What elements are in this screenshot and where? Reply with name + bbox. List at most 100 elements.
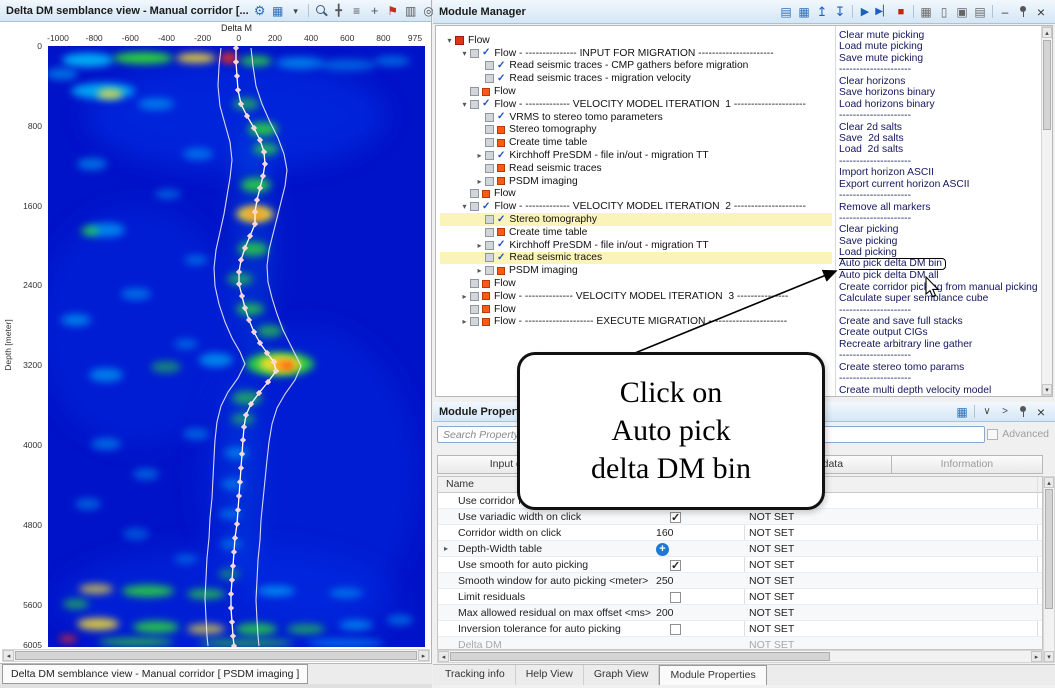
tree-item[interactable]: Read seismic traces bbox=[440, 162, 832, 175]
copy-icon[interactable]: ▣ bbox=[954, 4, 970, 20]
menu-item[interactable]: Save horizons binary bbox=[839, 87, 1041, 98]
expander-icon[interactable]: ▸ bbox=[474, 177, 485, 186]
expander-icon[interactable]: ▸ bbox=[459, 292, 470, 301]
property-row[interactable]: Use variadic width on clickNOT SET bbox=[438, 509, 1042, 525]
tree-item[interactable]: Stereo tomography bbox=[440, 124, 832, 137]
tree-item[interactable]: ✓Stereo tomography bbox=[440, 213, 832, 226]
menu-item-auto-pick-delta-dm-bin[interactable]: Auto pick delta DM bin bbox=[839, 259, 1041, 270]
property-row[interactable]: Limit residualsNOT SET bbox=[438, 589, 1042, 605]
layout-icon[interactable]: ▦ bbox=[270, 3, 286, 19]
semblance-view-tab[interactable]: Delta DM semblance view - Manual corrido… bbox=[2, 664, 308, 684]
plot-horizontal-scrollbar[interactable]: ◂ ▸ bbox=[2, 649, 430, 662]
menu-item[interactable]: Clear mute picking bbox=[839, 30, 1041, 41]
tree-item[interactable]: Create time table bbox=[440, 226, 832, 239]
expander-icon[interactable]: ▸ bbox=[474, 266, 485, 275]
tree-item[interactable]: Flow bbox=[440, 277, 832, 290]
tree-item[interactable]: Flow bbox=[440, 188, 832, 201]
menu-item[interactable]: Import horizon ASCII bbox=[839, 167, 1041, 178]
expander-icon[interactable]: ▸ bbox=[444, 541, 454, 557]
property-row[interactable]: Inversion tolerance for auto pickingNOT … bbox=[438, 621, 1042, 637]
scroll-track[interactable] bbox=[449, 651, 1031, 662]
new-flow-icon[interactable]: ▯ bbox=[936, 4, 952, 20]
stop-icon[interactable]: ■ bbox=[893, 4, 909, 20]
scroll-right-button[interactable]: ▸ bbox=[418, 650, 429, 661]
tree-item[interactable]: ▸PSDM imaging bbox=[440, 175, 832, 188]
property-value[interactable]: 160 bbox=[656, 525, 674, 541]
property-checkbox[interactable] bbox=[670, 560, 681, 571]
menu-item[interactable]: Create corridor picking from manual pick… bbox=[839, 282, 1041, 293]
corridor-icon[interactable]: ≡ bbox=[349, 3, 365, 19]
expander-icon[interactable]: ▾ bbox=[444, 36, 455, 45]
scroll-thumb[interactable] bbox=[450, 652, 830, 661]
tab-graph-view[interactable]: Graph View bbox=[584, 665, 660, 685]
menu-item[interactable]: Create and save full stacks bbox=[839, 316, 1041, 327]
menu-item[interactable]: Load 2d salts bbox=[839, 144, 1041, 155]
menu-vertical-scrollbar[interactable]: ▴ ▾ bbox=[1041, 26, 1053, 396]
table-vertical-scrollbar[interactable]: ▴ ▾ bbox=[1043, 476, 1055, 663]
tree-item[interactable]: ✓Read seismic traces bbox=[440, 252, 832, 265]
menu-item[interactable]: Clear horizons bbox=[839, 76, 1041, 87]
add-row-button[interactable]: + bbox=[656, 543, 669, 556]
scroll-thumb[interactable] bbox=[15, 651, 417, 660]
expander-icon[interactable]: ▸ bbox=[474, 241, 485, 250]
tree-item[interactable]: ✓Read seismic traces - CMP gathers befor… bbox=[440, 60, 832, 73]
gear-icon[interactable]: ⚙ bbox=[252, 3, 268, 19]
menu-item[interactable]: Remove all markers bbox=[839, 202, 1041, 213]
chevron-down-icon[interactable]: ∨ bbox=[979, 404, 995, 420]
picking-icon[interactable]: ╋ bbox=[331, 3, 347, 19]
scroll-track[interactable] bbox=[14, 650, 418, 661]
tree-item[interactable]: ▾✓Flow - --------------- INPUT FOR MIGRA… bbox=[440, 47, 832, 60]
menu-item[interactable]: Auto pick delta DM all bbox=[839, 270, 1041, 281]
move-up-icon[interactable]: ↥ bbox=[814, 4, 830, 20]
tree-item[interactable]: ▸PSDM imaging bbox=[440, 264, 832, 277]
menu-item[interactable]: Load horizons binary bbox=[839, 99, 1041, 110]
menu-item[interactable]: Recreate arbitrary line gather bbox=[839, 339, 1041, 350]
tree-item[interactable]: ▸Flow - -------------- VELOCITY MODEL IT… bbox=[440, 290, 832, 303]
expander-icon[interactable]: ▾ bbox=[459, 100, 470, 109]
caret-down-icon[interactable]: ▾ bbox=[288, 3, 304, 19]
menu-item[interactable]: Create stereo tomo params bbox=[839, 362, 1041, 373]
tree-item[interactable]: ✓Read seismic traces - migration velocit… bbox=[440, 72, 832, 85]
menu-item[interactable]: Calculate super semblance cube bbox=[839, 293, 1041, 304]
search-icon[interactable] bbox=[313, 3, 329, 19]
pin-icon[interactable] bbox=[1015, 4, 1031, 20]
close-icon[interactable]: × bbox=[1033, 4, 1049, 20]
property-row[interactable]: Corridor width on click160NOT SET bbox=[438, 525, 1042, 541]
property-value[interactable]: 250 bbox=[656, 573, 674, 589]
menu-item[interactable]: Save picking bbox=[839, 236, 1041, 247]
property-row[interactable]: Delta DMNOT SET bbox=[438, 637, 1042, 649]
tab-help-view[interactable]: Help View bbox=[516, 665, 584, 685]
scroll-up-button[interactable]: ▴ bbox=[1042, 27, 1052, 38]
tree-item[interactable]: ▾✓Flow - ------------- VELOCITY MODEL IT… bbox=[440, 200, 832, 213]
property-checkbox[interactable] bbox=[670, 624, 681, 635]
report-icon[interactable]: ▦ bbox=[918, 4, 934, 20]
advanced-checkbox[interactable] bbox=[987, 429, 998, 440]
tree-item[interactable]: ▾Flow bbox=[440, 34, 832, 47]
scroll-up-button[interactable]: ▴ bbox=[1044, 477, 1054, 488]
tab-information[interactable]: Information bbox=[892, 455, 1043, 474]
menu-item[interactable]: Save 2d salts bbox=[839, 133, 1041, 144]
property-checkbox[interactable] bbox=[670, 512, 681, 523]
scroll-down-button[interactable]: ▾ bbox=[1044, 651, 1054, 662]
minimize-icon[interactable]: – bbox=[997, 4, 1013, 20]
property-value[interactable]: 200 bbox=[656, 605, 674, 621]
scroll-track[interactable] bbox=[1042, 38, 1052, 384]
menu-item[interactable]: Save mute picking bbox=[839, 53, 1041, 64]
column-header-name[interactable]: Name bbox=[446, 478, 474, 490]
scroll-left-button[interactable]: ◂ bbox=[3, 650, 14, 661]
property-row[interactable]: Smooth window for auto picking <meter>25… bbox=[438, 573, 1042, 589]
run-step-icon[interactable]: ▶▏ bbox=[875, 4, 891, 20]
panel-divider[interactable] bbox=[835, 26, 836, 396]
tree-item[interactable]: Flow bbox=[440, 303, 832, 316]
save-all-flows-icon[interactable]: ▦ bbox=[796, 4, 812, 20]
semblance-heatmap[interactable] bbox=[48, 46, 425, 647]
scroll-down-button[interactable]: ▾ bbox=[1042, 384, 1052, 395]
tree-item[interactable]: ▸✓Kirchhoff PreSDM - file in/out - migra… bbox=[440, 239, 832, 252]
run-icon[interactable]: ▶ bbox=[857, 4, 873, 20]
save-flow-icon[interactable]: ▤ bbox=[778, 4, 794, 20]
pin-icon[interactable] bbox=[1015, 404, 1031, 420]
property-row[interactable]: Max allowed residual on max offset <ms>2… bbox=[438, 605, 1042, 621]
menu-item[interactable]: Clear 2d salts bbox=[839, 122, 1041, 133]
flag-icon[interactable]: ⚑ bbox=[385, 3, 401, 19]
crosshair-icon[interactable]: + bbox=[367, 3, 383, 19]
